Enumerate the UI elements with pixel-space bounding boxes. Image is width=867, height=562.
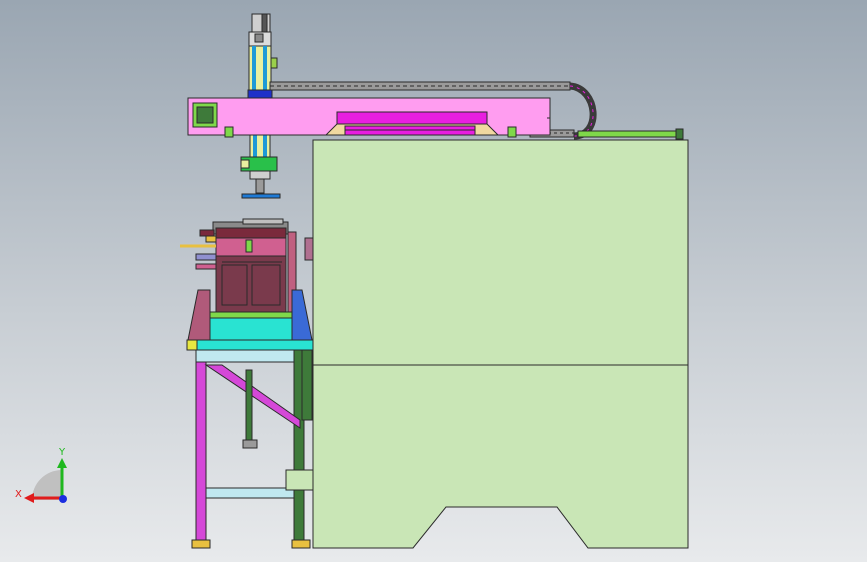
coordinate-triad: Y X xyxy=(15,447,67,503)
z-axis-dot xyxy=(59,495,67,503)
table-frame[interactable] xyxy=(191,349,314,549)
gripper-head[interactable] xyxy=(240,156,281,199)
machine-cabinet[interactable] xyxy=(304,139,689,549)
cad-viewport[interactable]: Y X xyxy=(0,0,867,562)
x-axis-arrowhead xyxy=(24,493,34,503)
cylinder-rod[interactable] xyxy=(577,128,684,140)
y-axis-arrowhead xyxy=(57,458,67,468)
gantry-beam[interactable] xyxy=(187,97,551,138)
x-axis-label: X xyxy=(15,489,22,500)
y-axis-label: Y xyxy=(58,447,66,458)
cad-drawing[interactable]: Y X xyxy=(0,0,867,562)
